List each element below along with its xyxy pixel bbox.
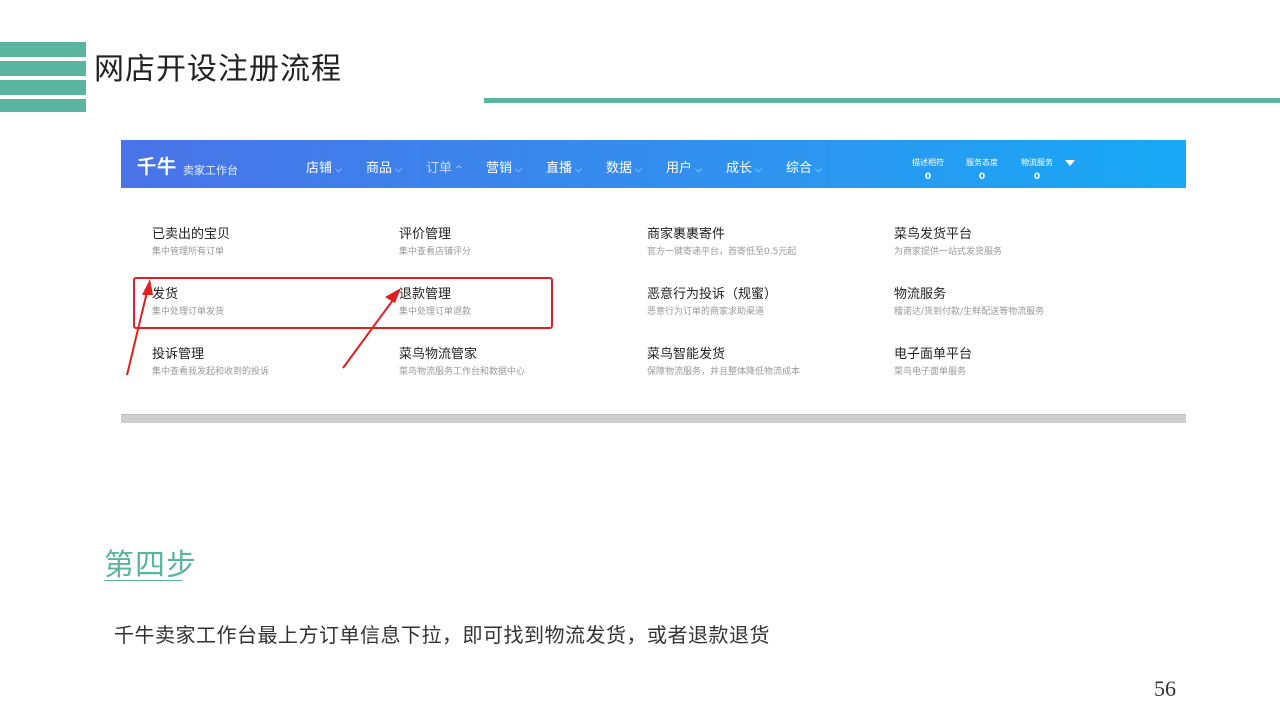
brand-logo[interactable]: 千牛	[137, 152, 177, 179]
slide-title: 网店开设注册流程	[94, 52, 342, 87]
menu-item-review-management[interactable]: 评价管理 集中查看店铺评分	[399, 227, 471, 259]
chevron-down-icon: ⌵	[575, 165, 582, 175]
nav-item-live[interactable]: 直播 ⌵	[546, 157, 582, 176]
top-navbar: 千牛 卖家工作台 店铺 ⌵ 商品 ⌵ 订单 ^ 营销 ⌵ 直播 ⌵ 数据 ⌵ 用户 ⌵ 成长 ⌵…	[121, 140, 1186, 188]
page-number: 56	[1154, 676, 1176, 701]
step-description: 千牛卖家工作台最上方订单信息下拉，即可找到物流发货，或者退款退货	[114, 623, 770, 647]
nav-item-users[interactable]: 用户 ⌵	[666, 157, 702, 176]
title-divider	[484, 98, 1280, 103]
menu-item-cainiao-shipping-platform[interactable]: 菜鸟发货平台 为商家提供一站式发货服务	[894, 227, 1002, 259]
stat-description-match[interactable]: 描述相符 0	[898, 156, 958, 184]
menu-item-e-waybill-platform[interactable]: 电子面单平台 菜鸟电子面单服务	[894, 347, 972, 379]
menu-item-cainiao-logistics-manager[interactable]: 菜鸟物流管家 菜鸟物流服务工作台和数据中心	[399, 347, 525, 379]
header-decoration	[0, 42, 86, 112]
step-underline	[104, 580, 182, 581]
stat-service-attitude[interactable]: 服务态度 0	[952, 156, 1012, 184]
stat-logistics-service[interactable]: 物流服务 0	[1007, 156, 1067, 184]
menu-item-sold-items[interactable]: 已卖出的宝贝 集中管理所有订单	[152, 227, 230, 259]
chevron-down-icon: ⌵	[395, 165, 402, 175]
screenshot-bottom-edge	[121, 414, 1186, 423]
chevron-down-icon: ⌵	[695, 165, 702, 175]
chevron-down-icon: ⌵	[755, 165, 762, 175]
caret-down-icon[interactable]	[1065, 160, 1075, 166]
highlight-box	[133, 277, 553, 329]
chevron-down-icon: ⌵	[515, 165, 522, 175]
nav-item-data[interactable]: 数据 ⌵	[606, 157, 642, 176]
menu-item-parcel-shipping[interactable]: 商家裹裹寄件 官方一键寄递平台，首寄低至0.5元起	[647, 227, 796, 259]
chevron-down-icon: ⌵	[335, 165, 342, 175]
step-title: 第四步	[104, 548, 197, 583]
menu-item-cainiao-smart-shipping[interactable]: 菜鸟智能发货 保障物流服务，并且整体降低物流成本	[647, 347, 800, 379]
nav-item-general[interactable]: 综合 ⌵	[786, 157, 822, 176]
menu-item-complaint-management[interactable]: 投诉管理 集中查看我发起和收到的投诉	[152, 347, 269, 379]
menu-item-logistics-service[interactable]: 物流服务 稽诺达/货到付款/生鲜配送等物流服务	[894, 287, 1044, 319]
qianniu-screenshot: 千牛 卖家工作台 店铺 ⌵ 商品 ⌵ 订单 ^ 营销 ⌵ 直播 ⌵ 数据 ⌵ 用户 ⌵ 成长 ⌵…	[121, 137, 1186, 423]
nav-item-marketing[interactable]: 营销 ⌵	[486, 157, 522, 176]
nav-item-goods[interactable]: 商品 ⌵	[366, 157, 402, 176]
chevron-down-icon: ⌵	[635, 165, 642, 175]
chevron-up-icon: ^	[455, 165, 463, 175]
nav-item-orders[interactable]: 订单 ^	[426, 157, 463, 176]
nav-item-growth[interactable]: 成长 ⌵	[726, 157, 762, 176]
nav-item-store[interactable]: 店铺 ⌵	[306, 157, 342, 176]
brand-subtitle: 卖家工作台	[183, 164, 238, 177]
menu-item-malicious-complaint[interactable]: 恶意行为投诉（规蜜） 恶意行为订单的商家求助渠道	[647, 287, 777, 319]
chevron-down-icon: ⌵	[815, 165, 822, 175]
